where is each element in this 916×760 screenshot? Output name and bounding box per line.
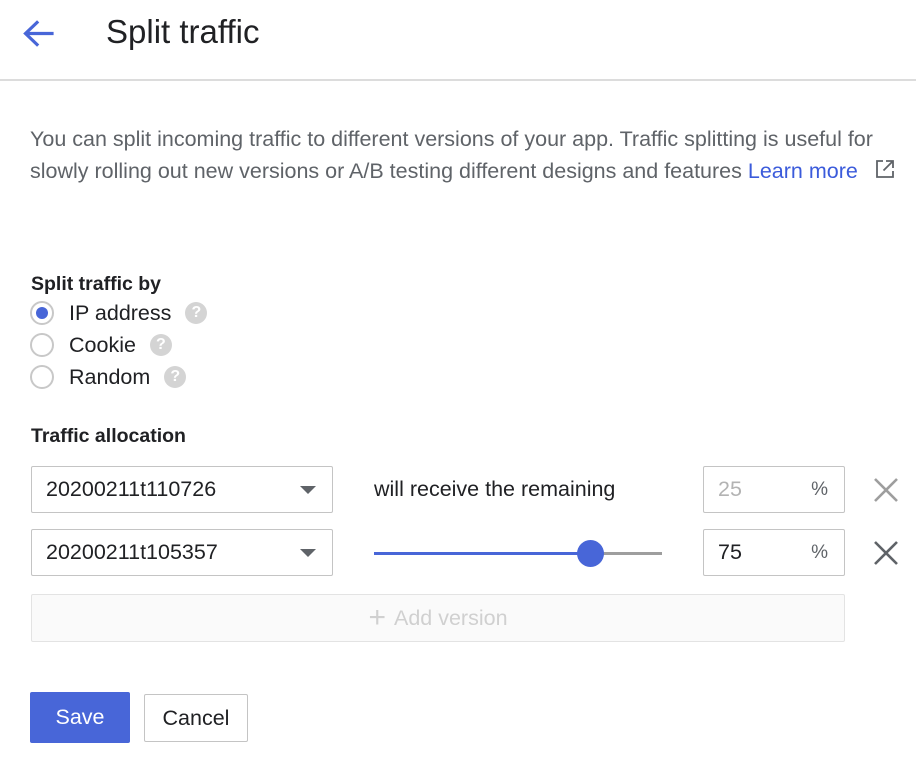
radio-random[interactable]: Random ? [30, 362, 187, 392]
percent-input[interactable]: 75 [718, 540, 811, 565]
traffic-slider[interactable] [374, 539, 662, 567]
radio-label: Cookie [69, 332, 136, 357]
percent-field-1: 25 % [703, 466, 845, 513]
remove-version-button-1[interactable] [869, 473, 903, 507]
header: Split traffic [0, 0, 916, 81]
traffic-allocation-label: Traffic allocation [31, 425, 186, 447]
slider-thumb[interactable] [577, 540, 604, 567]
save-button[interactable]: Save [30, 692, 130, 743]
radio-label: Random [69, 364, 151, 389]
radio-label: IP address [69, 300, 172, 325]
radio-ip-address[interactable]: IP address ? [30, 298, 208, 328]
percent-value: 25 [718, 477, 742, 501]
plus-icon: + [368, 601, 386, 634]
percent-field-2[interactable]: 75 % [703, 529, 845, 576]
description: You can split incoming traffic to differ… [30, 123, 900, 187]
radio-cookie[interactable]: Cookie ? [30, 330, 172, 360]
description-text: You can split incoming traffic to differ… [30, 127, 873, 183]
caret-down-icon [300, 485, 316, 494]
back-button[interactable] [18, 14, 58, 54]
close-icon [874, 478, 898, 502]
radio-button-checked[interactable] [30, 301, 54, 325]
percent-sign: % [811, 478, 828, 500]
split-by-label: Split traffic by [31, 273, 162, 295]
caret-down-icon [300, 548, 316, 557]
radio-button[interactable] [30, 365, 54, 389]
remove-version-button-2[interactable] [869, 536, 903, 570]
version-select-1[interactable]: 20200211t110726 [31, 466, 333, 513]
version-select-value: 20200211t105357 [46, 540, 218, 564]
slider-track-filled [374, 552, 590, 555]
help-icon[interactable]: ? [164, 366, 187, 388]
help-icon[interactable]: ? [149, 334, 172, 356]
learn-more-link[interactable]: Learn more [748, 159, 858, 183]
page-title: Split traffic [106, 13, 260, 50]
percent-sign: % [811, 541, 828, 563]
close-icon [874, 541, 898, 565]
external-link-icon[interactable] [874, 158, 896, 180]
add-version-label: Add version [393, 605, 508, 630]
version-select-2[interactable]: 20200211t105357 [31, 529, 333, 576]
add-version-button[interactable]: + Add version [31, 594, 845, 642]
cancel-button[interactable]: Cancel [144, 694, 248, 742]
radio-button[interactable] [30, 333, 54, 357]
version-select-value: 20200211t110726 [46, 477, 217, 501]
help-icon[interactable]: ? [185, 302, 208, 324]
remaining-note: will receive the remaining [374, 477, 616, 501]
arrow-left-icon [23, 20, 54, 47]
